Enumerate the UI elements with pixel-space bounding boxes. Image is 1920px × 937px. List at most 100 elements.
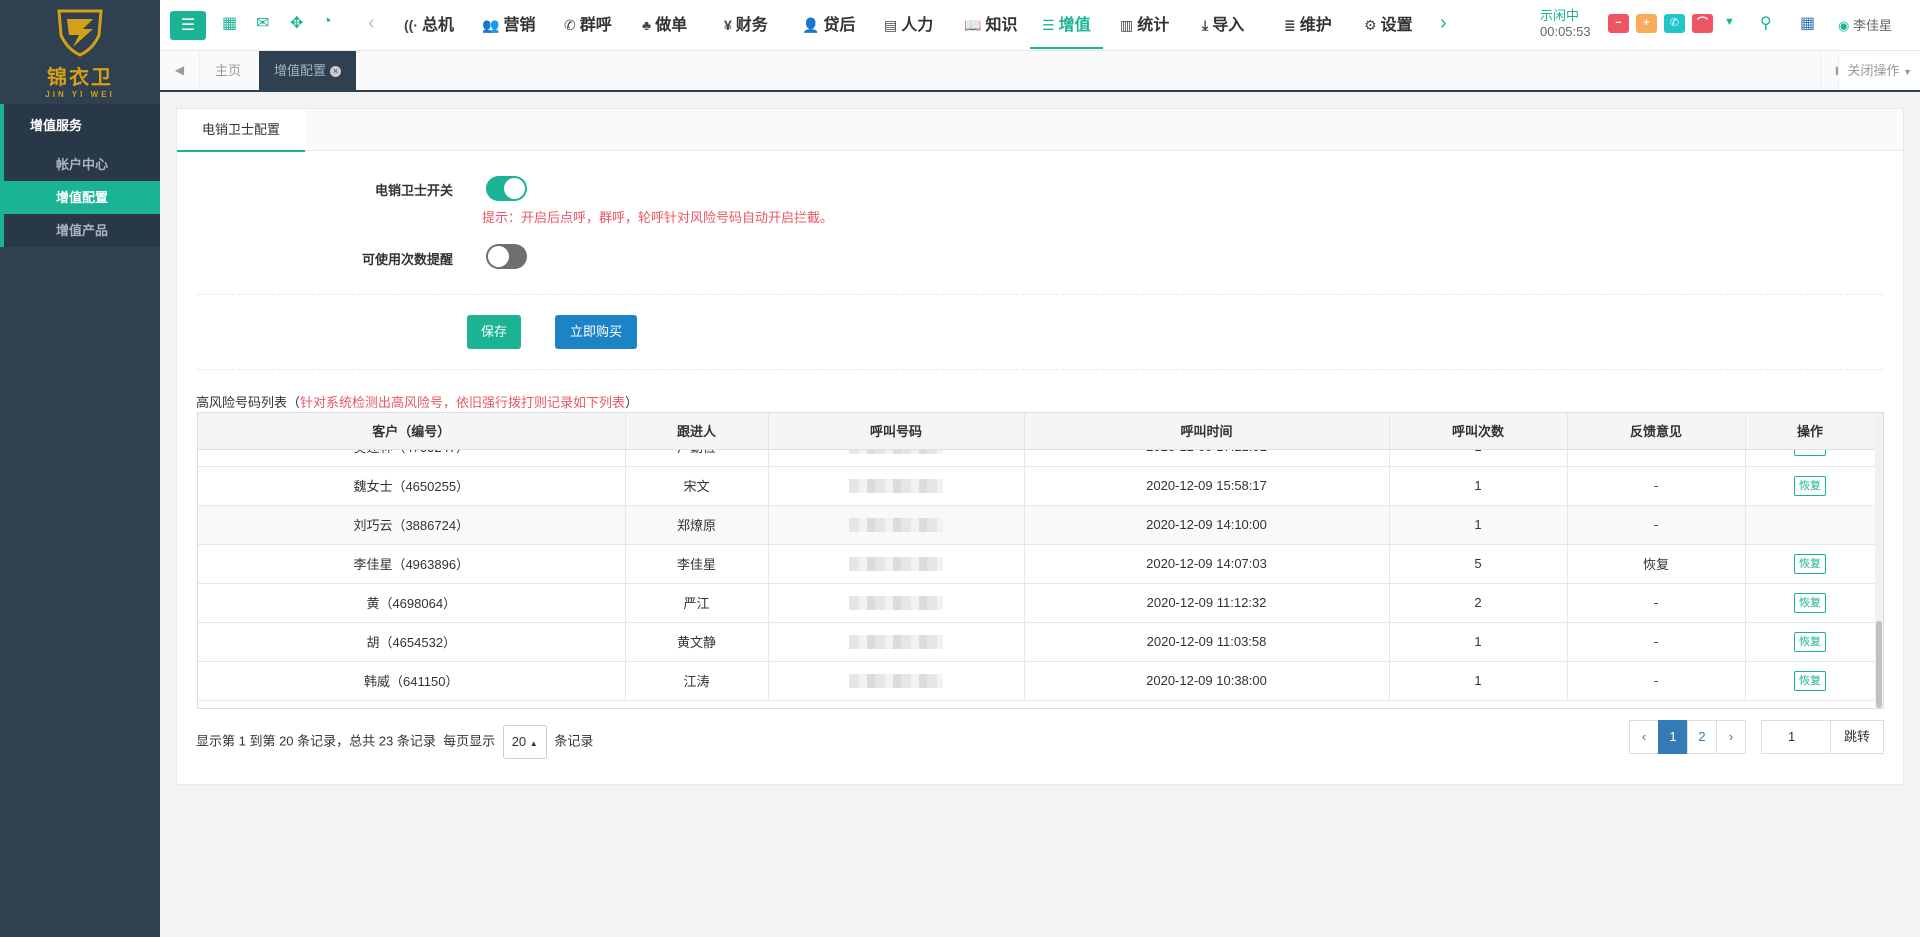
cell-phone [768, 450, 1025, 467]
col-phone[interactable]: 呼叫号码 [768, 413, 1025, 450]
sidebar-item-value-products[interactable]: 增值产品 [4, 214, 160, 247]
table-row[interactable]: 吴述林（4705247） 卢勤俭 2020-12-09 17:21:01 1 -… [198, 450, 1875, 467]
search-icon[interactable]: ⚲ [1760, 13, 1772, 33]
toggle-knob [488, 246, 509, 267]
restore-button[interactable]: 恢复 [1794, 450, 1826, 457]
page-2-button[interactable]: 2 [1687, 720, 1717, 754]
sidebar: 锦衣卫 JIN YI WEI 增值服务 帐户中心 增值配置 增值产品 [0, 0, 160, 937]
tabs-scroll-left-button[interactable]: ◀ [160, 51, 200, 90]
module-orders[interactable]: ♣ 做单 [642, 0, 687, 49]
module-label: 导入 [1212, 17, 1245, 34]
tab-home[interactable]: 主页 [200, 51, 256, 90]
nav-prev-icon[interactable]: ‹ [368, 12, 375, 35]
module-knowledge[interactable]: 📖 知识 [964, 0, 1017, 49]
cell-call-time: 2020-12-09 11:12:32 [1024, 583, 1390, 623]
save-button[interactable]: 保存 [467, 315, 521, 349]
page-next-button[interactable]: › [1716, 720, 1746, 754]
page-jump-input[interactable]: 1 [1761, 720, 1831, 754]
mail-icon[interactable]: ✉ [256, 13, 269, 33]
page-prev-button[interactable]: ‹ [1629, 720, 1659, 754]
table-row[interactable]: 韩威（641150） 江涛 2020-12-09 10:38:00 1 - 恢复 [198, 661, 1875, 701]
buy-now-button[interactable]: 立即购买 [555, 315, 637, 349]
sidebar-item-value-config[interactable]: 增值配置 [4, 181, 160, 214]
user-name: 李佳星 [1852, 18, 1892, 33]
module-marketing[interactable]: 👥 营销 [482, 0, 535, 49]
guard-switch-toggle[interactable] [486, 176, 527, 201]
page-1-button[interactable]: 1 [1658, 720, 1688, 754]
module-maintenance[interactable]: ≣ 维护 [1284, 0, 1332, 49]
sidebar-item-account-center[interactable]: 帐户中心 [4, 148, 160, 181]
table-row[interactable]: 李佳星（4963896） 李佳星 2020-12-09 14:07:03 5 恢… [198, 544, 1875, 584]
divider [197, 294, 1883, 295]
restore-button[interactable]: 恢复 [1794, 592, 1826, 613]
close-operations-dropdown[interactable]: 关闭操作 ▼ [1838, 51, 1920, 90]
col-customer[interactable]: 客户（编号） [198, 413, 626, 450]
dial-button[interactable]: ✆ [1664, 14, 1685, 33]
restore-button[interactable]: 恢复 [1794, 475, 1826, 496]
usage-reminder-toggle[interactable] [486, 244, 527, 269]
col-owner[interactable]: 跟进人 [625, 413, 769, 450]
module-hr[interactable]: ▤ 人力 [884, 0, 933, 49]
cell-feedback: 恢复 [1567, 544, 1746, 584]
module-switchboard[interactable]: ((· 总机 [404, 0, 454, 49]
page-size-select[interactable]: 20 ▲ [502, 725, 547, 759]
cell-owner: 宋文 [625, 466, 769, 506]
divider [197, 369, 1883, 370]
caret-down-icon[interactable]: ▼ [1724, 16, 1735, 28]
close-icon[interactable]: × [330, 66, 342, 77]
page-jump-button[interactable]: 跳转 [1830, 720, 1884, 754]
hangup-button[interactable]: ⌒ [1692, 14, 1713, 33]
user-menu[interactable]: ◉ 李佳星 [1838, 15, 1892, 34]
restore-button[interactable]: 恢复 [1794, 670, 1826, 691]
calendar-icon[interactable]: ▦ [222, 13, 237, 33]
cell-action: 恢复 [1745, 450, 1875, 467]
nav-group-title[interactable]: 增值服务 [4, 104, 160, 148]
masked-phone [849, 518, 943, 533]
logo: 锦衣卫 JIN YI WEI [0, 0, 160, 104]
panel-tabs: 电销卫士配置 [177, 109, 1903, 152]
grid-icon[interactable]: ▦ [1800, 13, 1815, 33]
cell-action: 恢复 [1745, 583, 1875, 623]
col-call-time[interactable]: 呼叫时间 [1024, 413, 1390, 450]
tab-telemarketing-guard[interactable]: 电销卫士配置 [177, 109, 306, 152]
table-row[interactable]: 胡（4654532） 黄文静 2020-12-09 11:03:58 1 - 恢… [198, 622, 1875, 662]
restore-button[interactable]: 恢复 [1794, 631, 1826, 652]
record-summary: 显示第 1 到第 20 条记录，总共 23 条记录 [196, 733, 436, 749]
col-feedback[interactable]: 反馈意见 [1567, 413, 1746, 450]
module-value-added[interactable]: ☰ 增值 [1030, 0, 1103, 49]
menu-toggle-button[interactable]: ☰ [170, 11, 206, 40]
tab-value-config[interactable]: 增值配置 × [259, 51, 357, 90]
table-body-scroll[interactable]: 吴述林（4705247） 卢勤俭 2020-12-09 17:21:01 1 -… [198, 450, 1875, 708]
wechat-icon[interactable]: ◔ [322, 13, 332, 31]
table-scrollbar[interactable] [1875, 413, 1883, 708]
module-statistics[interactable]: ▥ 统计 [1120, 0, 1169, 49]
col-action[interactable]: 操作 [1745, 413, 1876, 450]
module-label: 贷后 [823, 17, 856, 34]
table-row[interactable]: 刘巧云（3886724） 郑燎原 2020-12-09 14:10:00 1 - [198, 505, 1875, 545]
scrollbar-thumb[interactable] [1876, 621, 1882, 708]
table-row[interactable]: 魏女士（4650255） 宋文 2020-12-09 15:58:17 1 - … [198, 466, 1875, 506]
nav-next-icon[interactable]: › [1440, 12, 1447, 35]
masked-phone [849, 557, 943, 572]
col-call-count[interactable]: 呼叫次数 [1389, 413, 1568, 450]
agent-status-label[interactable]: 示闲中 [1540, 8, 1591, 24]
restore-button[interactable]: 恢复 [1794, 553, 1826, 574]
module-import[interactable]: ⤓ 导入 [1202, 0, 1244, 49]
module-finance[interactable]: ¥ 财务 [724, 0, 768, 49]
masked-phone [849, 479, 943, 494]
module-label: 维护 [1299, 17, 1332, 34]
add-call-button[interactable]: + [1636, 14, 1657, 33]
module-settings[interactable]: ⚙ 设置 [1364, 0, 1413, 49]
cell-phone [768, 622, 1025, 662]
busy-button[interactable]: − [1608, 14, 1629, 33]
masked-phone [849, 596, 943, 611]
module-post-loan[interactable]: 👤 贷后 [802, 0, 855, 49]
crosshair-icon[interactable]: ✥ [290, 13, 303, 33]
user-circle-icon: ◉ [1838, 18, 1850, 33]
page-tabbar: ◀ 主页 增值配置× ▶ 关闭操作 ▼ [160, 51, 1920, 92]
table-row[interactable]: 黄（4698064） 严江 2020-12-09 11:12:32 2 - 恢复 [198, 583, 1875, 623]
cell-call-count: 1 [1389, 505, 1568, 545]
module-group-call[interactable]: ✆ 群呼 [564, 0, 612, 49]
table-body: 吴述林（4705247） 卢勤俭 2020-12-09 17:21:01 1 -… [198, 450, 1875, 701]
module-label: 统计 [1137, 17, 1170, 34]
